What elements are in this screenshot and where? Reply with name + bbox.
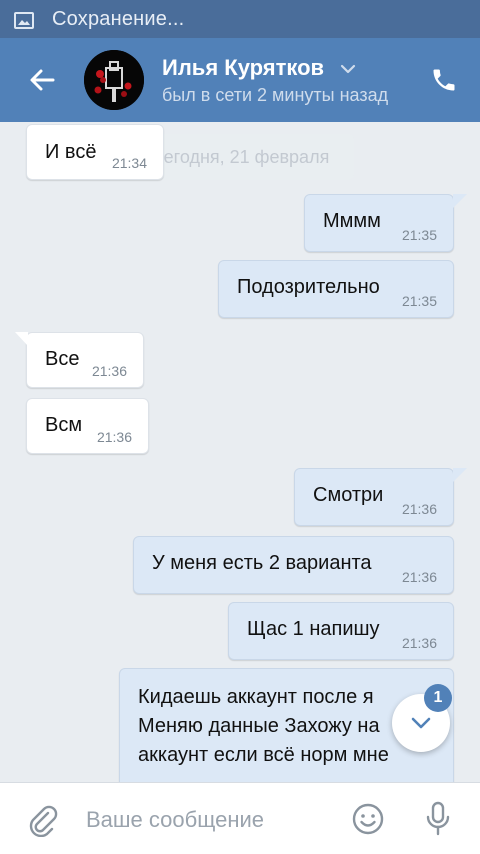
message-bubble[interactable]: У меня есть 2 варианта 21:36 bbox=[133, 536, 454, 594]
message-text: У меня есть 2 варианта bbox=[152, 552, 372, 574]
message-time: 21:36 bbox=[401, 569, 437, 585]
message-bubble[interactable]: Смотри 21:36 bbox=[294, 468, 467, 526]
contact-status: был в сети 2 минуты назад bbox=[162, 85, 389, 105]
message-time: 21:35 bbox=[401, 293, 437, 309]
image-icon bbox=[14, 12, 34, 29]
contact-name[interactable]: Илья Курятков bbox=[162, 55, 324, 81]
message-time: 21:36 bbox=[91, 363, 127, 379]
message-text: Все bbox=[45, 348, 80, 370]
message-text: Смотри bbox=[313, 484, 384, 506]
message-text: Мммм bbox=[323, 210, 381, 232]
status-bar: Сохранение... bbox=[0, 0, 480, 38]
message-bubble[interactable]: Всм 21:36 bbox=[26, 398, 149, 454]
bubble-tail bbox=[15, 332, 28, 346]
arrow-left-icon bbox=[30, 69, 55, 91]
smiley-icon bbox=[352, 803, 384, 835]
message-composer bbox=[0, 782, 480, 854]
message-text: Всм bbox=[45, 414, 83, 436]
microphone-icon bbox=[426, 801, 450, 836]
bubble-tail bbox=[453, 468, 467, 482]
message-text: И всё bbox=[45, 141, 97, 163]
unread-badge: 1 bbox=[424, 684, 452, 712]
chevron-down-icon bbox=[411, 717, 431, 729]
message-bubble[interactable]: Подозрительно 21:35 bbox=[218, 260, 454, 318]
message-time: 21:36 bbox=[96, 429, 132, 445]
paperclip-icon bbox=[29, 805, 58, 838]
status-text: Сохранение... bbox=[52, 8, 185, 30]
message-bubble[interactable]: Мммм 21:35 bbox=[304, 194, 467, 252]
avatar-image bbox=[84, 50, 144, 110]
attach-button[interactable] bbox=[24, 801, 60, 838]
chevron-down-icon[interactable] bbox=[338, 59, 358, 79]
message-time: 21:36 bbox=[401, 635, 437, 651]
message-bubble[interactable]: И всё 21:34 bbox=[26, 124, 164, 180]
bubble-tail bbox=[453, 194, 467, 208]
message-time: 21:34 bbox=[111, 155, 147, 171]
avatar[interactable] bbox=[84, 50, 144, 110]
phone-icon bbox=[433, 69, 455, 91]
message-time: 21:35 bbox=[401, 227, 437, 243]
message-text: Кидаешь аккаунт после я Меняю данные Зах… bbox=[138, 686, 389, 766]
message-time: 21:36 bbox=[401, 501, 437, 517]
message-bubble[interactable]: Щас 1 напишу 21:36 bbox=[228, 602, 454, 660]
message-bubble[interactable]: Все 21:36 bbox=[15, 332, 144, 388]
back-button[interactable] bbox=[22, 60, 62, 100]
message-input[interactable] bbox=[86, 803, 336, 837]
emoji-button[interactable] bbox=[350, 801, 386, 837]
chat-header: Илья Курятков был в сети 2 минуты назад bbox=[0, 38, 480, 122]
message-text: Подозрительно bbox=[237, 276, 380, 298]
message-list[interactable]: Сегодня, 21 февраля И всё 21:34 Мммм 21:… bbox=[0, 122, 480, 782]
voice-message-button[interactable] bbox=[420, 799, 456, 839]
call-button[interactable] bbox=[424, 60, 464, 100]
message-text: Щас 1 напишу bbox=[247, 618, 380, 640]
